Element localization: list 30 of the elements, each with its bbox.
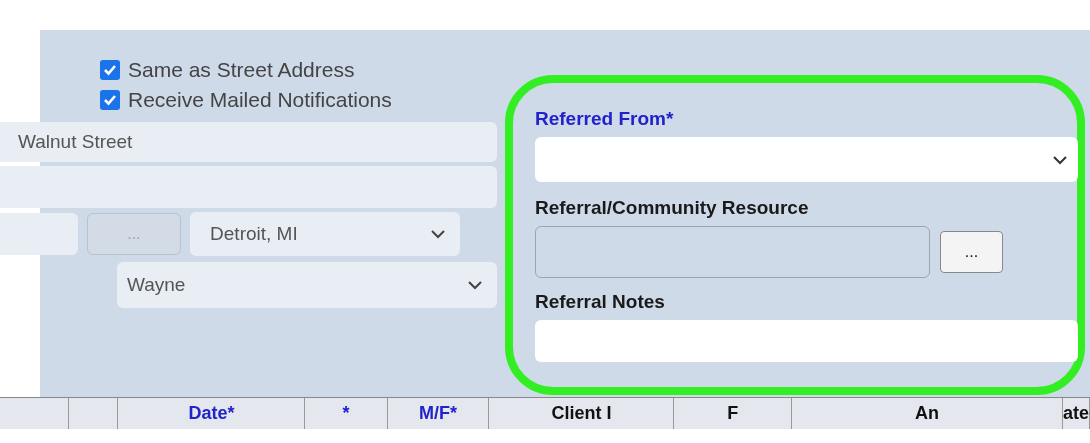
column-header[interactable]: An [791,398,1063,429]
input-field[interactable] [0,166,497,208]
column-header[interactable]: M/F* [387,398,490,429]
county-dropdown[interactable]: Wayne [117,262,497,308]
check-icon [103,94,117,106]
checkbox-label: Same as Street Address [128,57,355,84]
resource-field[interactable] [535,226,930,278]
input-field[interactable] [0,213,78,255]
column-header[interactable] [68,398,119,429]
column-header[interactable]: Client I [489,398,675,429]
column-header[interactable]: Date* [118,398,306,429]
chevron-down-icon [1052,154,1068,165]
field-label: Referral/Community Resource [535,196,810,220]
city-dropdown[interactable]: Detroit, MI [190,212,460,256]
checkbox[interactable] [100,60,120,80]
checkbox-label: Receive Mailed Notifications [128,87,392,114]
column-header[interactable] [0,398,69,429]
checkbox[interactable] [100,90,120,110]
notes-field[interactable] [535,320,1078,362]
ellipsis-button[interactable]: ... [940,231,1003,273]
chevron-down-icon [467,280,483,290]
column-header[interactable]: * [305,398,388,429]
column-header[interactable]: ate [1063,398,1090,429]
referred-from-dropdown[interactable] [535,137,1078,182]
column-header[interactable]: F [674,398,792,429]
field-label: Referral Notes [535,290,666,314]
chevron-down-icon [430,229,446,239]
check-icon [103,64,117,76]
field-label: Referred From* [535,107,675,131]
street-field[interactable]: Walnut Street [0,122,497,162]
